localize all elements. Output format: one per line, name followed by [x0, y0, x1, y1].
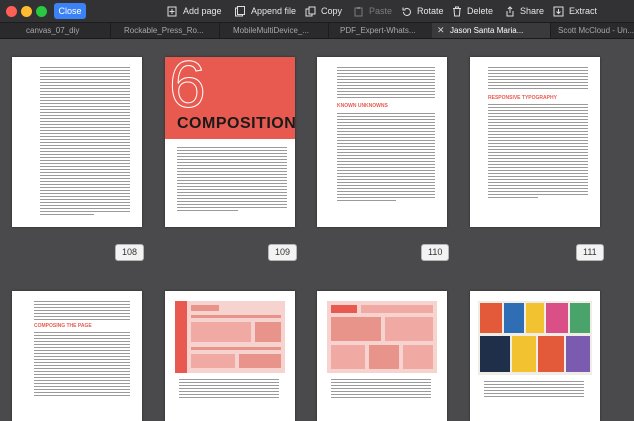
window-close-light[interactable] — [6, 6, 17, 17]
page-number-badge: 109 — [268, 244, 298, 261]
extract-icon — [553, 6, 564, 17]
page-thumbnail-113[interactable] — [165, 291, 295, 421]
tab-label: Jason Santa Maria... — [450, 26, 524, 35]
close-button[interactable]: Close — [54, 3, 86, 19]
extract-button[interactable]: Extract — [553, 4, 597, 18]
paste-icon — [353, 6, 364, 17]
tab-label: canvas_07_diy — [26, 26, 80, 35]
text-block — [331, 379, 431, 400]
page-thumbnail-108[interactable] — [12, 57, 142, 227]
tab-jason-santa-maria[interactable]: ✕ Jason Santa Maria... — [432, 23, 551, 38]
chapter-number: 6 — [169, 57, 207, 121]
tab-pdf-expert[interactable]: PDF_Expert-Whats... — [328, 23, 433, 38]
text-block — [488, 104, 588, 200]
section-heading: COMPOSING THE PAGE — [34, 323, 92, 329]
copy-button[interactable]: Copy — [305, 4, 342, 18]
trash-icon — [452, 6, 462, 17]
section-heading: RESPONSIVE TYPOGRAPHY — [488, 95, 557, 101]
text-block — [34, 332, 130, 398]
page-number-badge: 108 — [115, 244, 145, 261]
window-zoom-light[interactable] — [36, 6, 47, 17]
tab-scott-mccloud[interactable]: Scott McCloud - Un... — [550, 23, 634, 38]
append-file-label: Append file — [251, 6, 297, 16]
copy-icon — [305, 6, 316, 17]
chapter-banner: 6 COMPOSITION — [165, 57, 295, 139]
extract-label: Extract — [569, 6, 598, 16]
rotate-label: Rotate — [417, 6, 444, 16]
append-file-button[interactable]: Append file — [234, 4, 296, 18]
share-icon — [505, 5, 515, 17]
page-thumbnail-112[interactable]: COMPOSING THE PAGE — [12, 291, 142, 421]
text-block — [337, 67, 435, 100]
share-button[interactable]: Share — [505, 4, 544, 18]
window-minimize-light[interactable] — [21, 6, 32, 17]
text-block — [177, 147, 287, 213]
grid-illustration — [175, 301, 285, 373]
tab-label: Scott McCloud - Un... — [558, 26, 634, 35]
page-thumbnail-109[interactable]: 6 COMPOSITION — [165, 57, 295, 227]
text-block — [488, 67, 588, 91]
tab-label: Rockable_Press_Ro... — [124, 26, 204, 35]
page-thumbnail-115[interactable] — [470, 291, 600, 421]
tab-label: MobileMultiDevice_... — [233, 26, 310, 35]
paste-button[interactable]: Paste — [353, 4, 392, 18]
copy-label: Copy — [321, 6, 343, 16]
tab-rockable-press[interactable]: Rockable_Press_Ro... — [110, 23, 220, 38]
text-block — [484, 381, 584, 399]
text-block — [34, 301, 130, 322]
page-thumbnail-111[interactable]: RESPONSIVE TYPOGRAPHY — [470, 57, 600, 227]
document-tabs: canvas_07_diy Rockable_Press_Ro... Mobil… — [0, 23, 634, 39]
section-heading: KNOWN UNKNOWNS — [337, 103, 388, 109]
close-tab-icon[interactable]: ✕ — [437, 23, 445, 38]
tab-mobile-multi-device[interactable]: MobileMultiDevice_... — [219, 23, 329, 38]
chapter-title: COMPOSITION — [177, 115, 295, 132]
paste-label: Paste — [369, 6, 393, 16]
add-page-icon — [166, 6, 178, 17]
add-page-button[interactable]: Add page — [166, 4, 222, 18]
page-thumbnail-110[interactable]: KNOWN UNKNOWNS — [317, 57, 447, 227]
delete-label: Delete — [467, 6, 494, 16]
text-block — [179, 379, 279, 400]
page-thumbnail-114[interactable] — [317, 291, 447, 421]
add-page-label: Add page — [183, 6, 222, 16]
rotate-button[interactable]: Rotate — [401, 4, 444, 18]
toolbar: Close Add page Append file Copy Paste Ro… — [0, 0, 634, 23]
delete-button[interactable]: Delete — [452, 4, 493, 18]
page-number-badge: 111 — [576, 244, 604, 261]
poster-collage-image — [478, 301, 592, 375]
text-block — [337, 113, 435, 203]
grid-illustration — [327, 301, 437, 373]
tab-canvas-07-diy[interactable]: canvas_07_diy — [0, 23, 111, 38]
append-file-icon — [234, 5, 246, 17]
text-block — [40, 67, 130, 217]
page-number-badge: 110 — [421, 244, 450, 261]
tab-label: PDF_Expert-Whats... — [340, 26, 416, 35]
rotate-icon — [401, 6, 412, 17]
share-label: Share — [520, 6, 545, 16]
